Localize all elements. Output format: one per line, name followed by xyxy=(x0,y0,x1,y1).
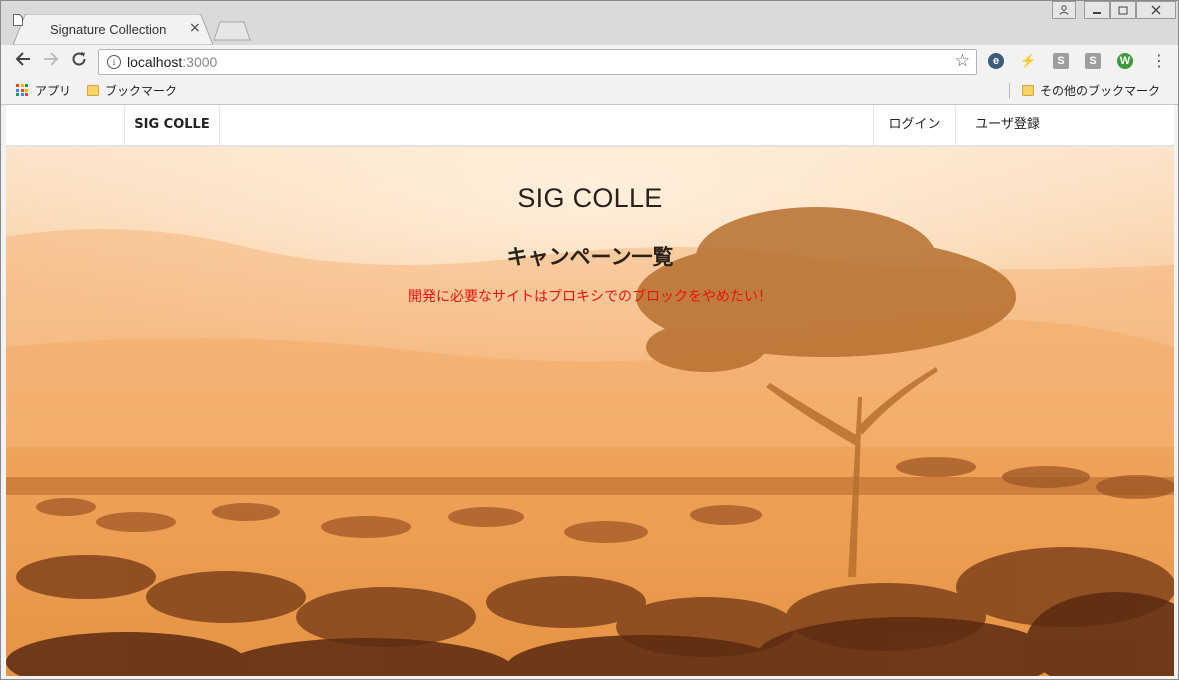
bookmark-folder-label: ブックマーク xyxy=(105,84,178,98)
tab-strip: Signature Collection × xyxy=(1,1,1178,45)
minimize-icon[interactable] xyxy=(1084,1,1110,19)
document-icon xyxy=(13,14,23,26)
forward-button[interactable] xyxy=(40,51,62,73)
campaign-list-title: キャンペーン一覧 xyxy=(506,245,674,269)
info-icon[interactable]: i xyxy=(107,55,121,69)
extension-bolt-icon[interactable]: ⚡ xyxy=(1020,53,1036,69)
url-text: localhost:3000 xyxy=(127,54,217,70)
bookmark-star-icon[interactable]: ☆ xyxy=(955,51,970,71)
folder-icon xyxy=(1022,85,1034,96)
reload-button[interactable] xyxy=(68,51,90,73)
extension-s2-icon[interactable]: S xyxy=(1085,53,1101,69)
site-title: SIG COLLE xyxy=(517,183,663,213)
back-button[interactable] xyxy=(12,51,34,73)
bookmark-other-label: その他のブックマーク xyxy=(1040,84,1161,98)
new-tab-button[interactable] xyxy=(213,21,251,41)
extension-w-icon[interactable]: W xyxy=(1117,53,1133,69)
brand-link[interactable]: SIG COLLE xyxy=(124,105,220,145)
tab-title: Signature Collection xyxy=(50,22,167,37)
browser-tab[interactable]: Signature Collection × xyxy=(13,14,213,45)
profile-icon[interactable] xyxy=(1052,1,1076,19)
bookmark-apps[interactable]: アプリ xyxy=(16,82,71,99)
url-port: :3000 xyxy=(182,54,218,70)
extension-e-icon[interactable]: e xyxy=(988,53,1004,69)
signup-link[interactable]: ユーザ登録 xyxy=(955,105,1059,145)
page-viewport: SIG COLLE ログイン ユーザ登録 SIG COLLE キャンペーン一覧 … xyxy=(6,105,1174,676)
address-bar[interactable]: i localhost:3000 ☆ xyxy=(98,49,977,75)
tab-close-icon[interactable]: × xyxy=(189,20,201,36)
login-link[interactable]: ログイン xyxy=(873,105,955,145)
extension-s-icon[interactable]: S xyxy=(1053,53,1069,69)
bookmarks-bar: アプリ ブックマーク その他のブックマーク xyxy=(1,79,1178,105)
site-navbar: SIG COLLE ログイン ユーザ登録 xyxy=(6,105,1174,147)
kebab-menu-icon[interactable]: ⋮ xyxy=(1151,51,1167,70)
url-host: localhost xyxy=(127,54,183,70)
arrow-left-icon xyxy=(15,52,30,66)
folder-icon xyxy=(87,85,99,96)
bookmark-apps-label: アプリ xyxy=(35,84,72,98)
bookmarks-separator xyxy=(1009,83,1010,99)
notice-text: 開発に必要なサイトはプロキシでのブロックをやめたい！ xyxy=(408,289,772,305)
apps-grid-icon xyxy=(16,84,28,96)
browser-window: Signature Collection × i localhost:3000 … xyxy=(0,0,1179,680)
hero-background-image xyxy=(6,147,1174,676)
reload-icon xyxy=(72,52,86,66)
restore-icon[interactable] xyxy=(1110,1,1136,19)
bookmark-folder[interactable]: ブックマーク xyxy=(87,82,177,99)
browser-toolbar: i localhost:3000 ☆ e ⚡ S S W ⋮ xyxy=(1,45,1178,79)
close-window-icon[interactable] xyxy=(1136,1,1176,19)
bookmark-other[interactable]: その他のブックマーク xyxy=(1022,82,1160,99)
arrow-right-icon xyxy=(44,52,59,66)
